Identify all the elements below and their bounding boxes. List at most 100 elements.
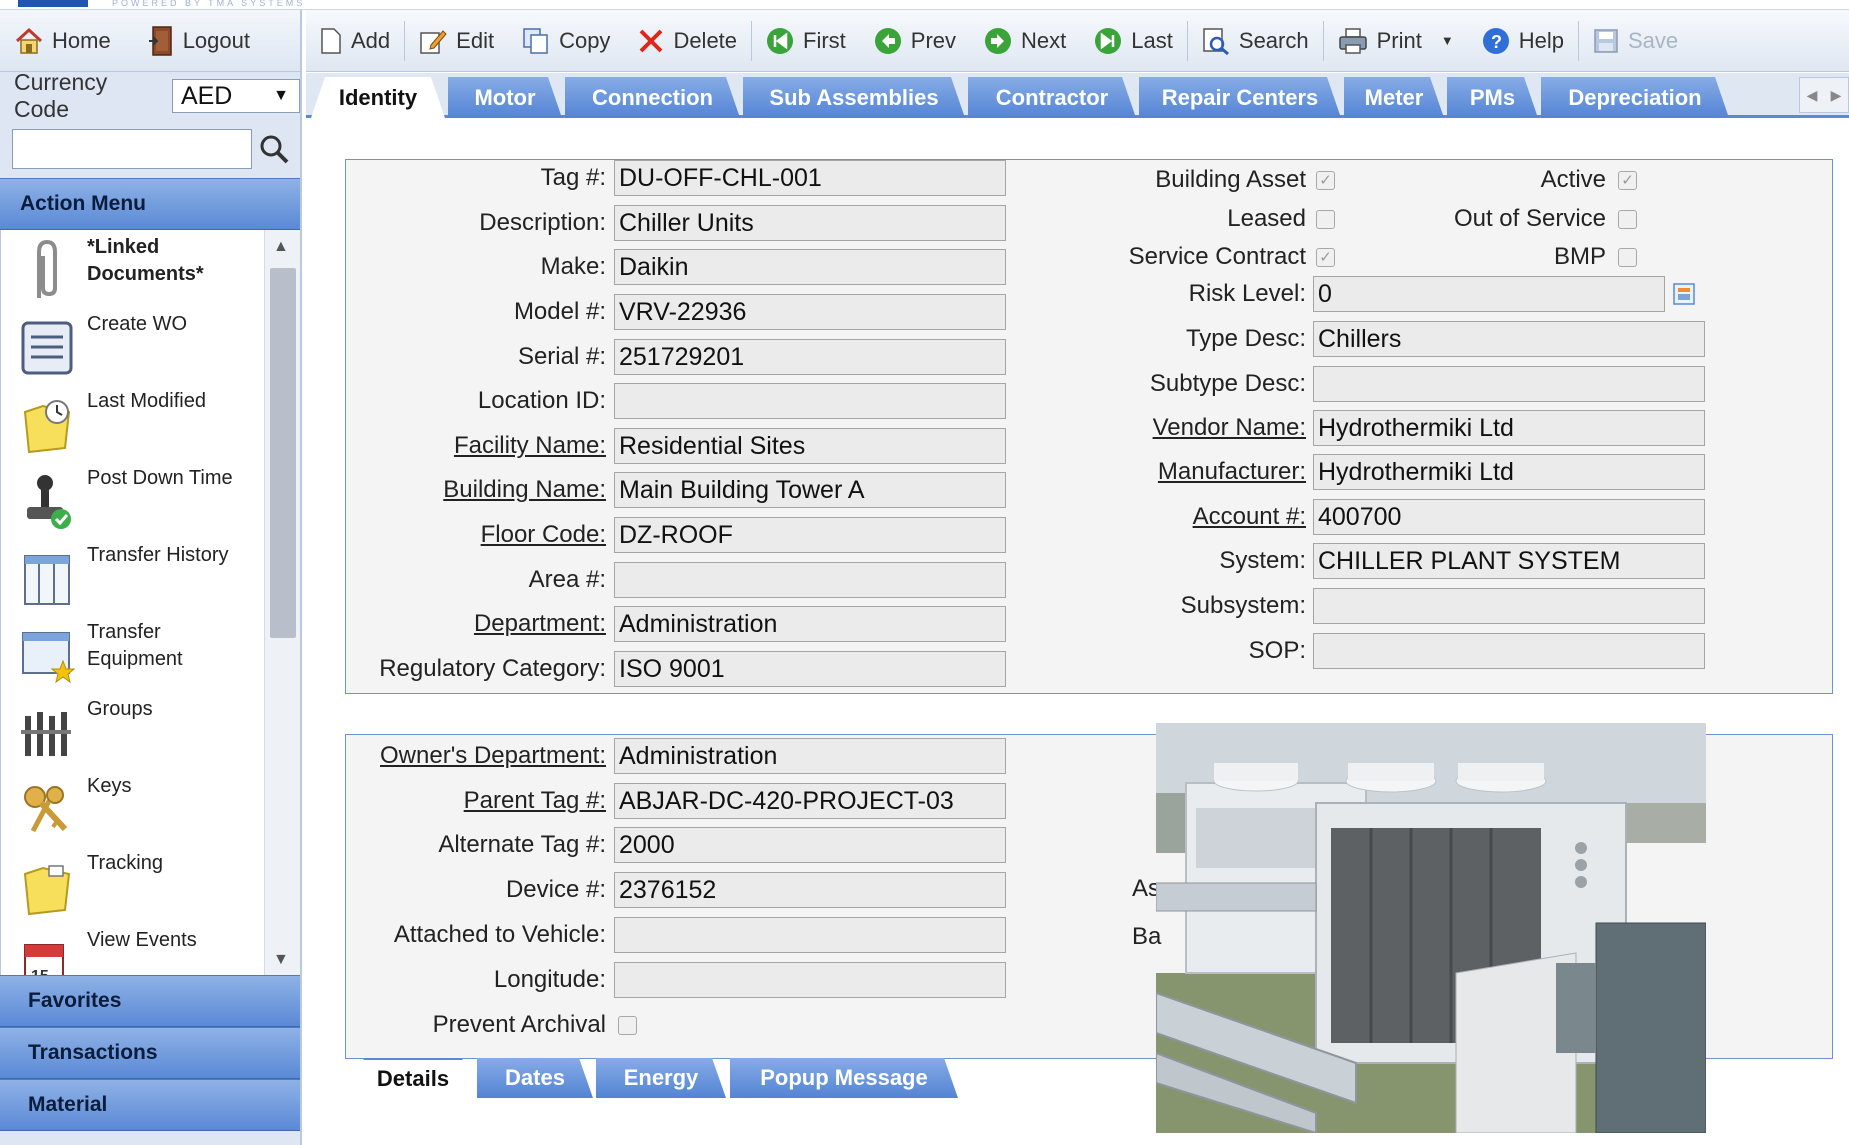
type-field[interactable]: Chillers	[1313, 321, 1705, 357]
menu-item-transfer-history[interactable]: Transfer History	[1, 538, 263, 615]
facility-label-link[interactable]: Facility Name:	[306, 432, 606, 460]
active-checkbox[interactable]: ✓	[1618, 170, 1637, 190]
owner-dept-field[interactable]: Administration	[614, 738, 1006, 774]
building-field[interactable]: Main Building Tower A	[614, 472, 1006, 508]
menu-item-last-modified[interactable]: Last Modified	[1, 384, 263, 461]
tab-scroll-arrows[interactable]: ◀ ▶	[1799, 77, 1849, 113]
building-label-link[interactable]: Building Name:	[306, 476, 606, 504]
out-of-service-checkbox[interactable]	[1618, 209, 1637, 229]
facility-field[interactable]: Residential Sites	[614, 428, 1006, 464]
scroll-thumb[interactable]	[270, 268, 296, 638]
vendor-label-link[interactable]: Vendor Name:	[1006, 414, 1306, 442]
tab-pms[interactable]: PMs	[1447, 77, 1538, 118]
menu-search-input[interactable]	[12, 129, 252, 169]
help-button[interactable]: ? Help	[1468, 16, 1578, 66]
vehicle-field[interactable]	[614, 917, 1006, 953]
subtab-popup-message[interactable]: Popup Message	[730, 1058, 958, 1098]
model-field[interactable]: VRV-22936	[614, 294, 1006, 330]
account-label-link[interactable]: Account #:	[1006, 503, 1306, 531]
service-contract-checkbox[interactable]: ✓	[1316, 247, 1335, 267]
subtype-field[interactable]	[1313, 366, 1705, 402]
tab-identity[interactable]: Identity	[311, 77, 445, 118]
tab-meter[interactable]: Meter	[1344, 77, 1444, 118]
subsystem-field[interactable]	[1313, 588, 1705, 624]
subtab-energy[interactable]: Energy	[596, 1058, 726, 1098]
search-icon[interactable]	[258, 133, 290, 165]
risk-lookup-icon[interactable]	[1673, 283, 1695, 305]
owner-dept-label-link[interactable]: Owner's Department:	[306, 742, 606, 770]
last-button[interactable]: Last	[1080, 16, 1187, 66]
action-menu-header[interactable]: Action Menu	[0, 178, 300, 230]
location-field[interactable]	[614, 383, 1006, 419]
tab-scroll-right-icon[interactable]: ▶	[1831, 87, 1842, 104]
risk-field[interactable]: 0	[1313, 276, 1665, 312]
parent-tag-label-link[interactable]: Parent Tag #:	[306, 787, 606, 815]
action-menu-list: *Linked Documents* Create WO Last Modifi…	[0, 230, 300, 975]
longitude-field[interactable]	[614, 962, 1006, 998]
vendor-field[interactable]: Hydrothermiki Ltd	[1313, 410, 1705, 446]
device-field[interactable]: 2376152	[614, 872, 1006, 908]
subtab-details[interactable]: Details	[350, 1058, 476, 1098]
menu-item-view-events[interactable]: 15 View Events	[1, 923, 263, 975]
leased-checkbox[interactable]	[1316, 209, 1335, 229]
description-field[interactable]: Chiller Units	[614, 205, 1006, 241]
subtab-dates[interactable]: Dates	[477, 1058, 593, 1098]
menu-item-transfer-equipment[interactable]: Transfer Equipment	[1, 615, 263, 692]
area-field[interactable]	[614, 562, 1006, 598]
scroll-up-icon[interactable]: ▲	[273, 238, 289, 256]
next-button[interactable]: Next	[970, 16, 1080, 66]
first-button[interactable]: First	[752, 16, 860, 66]
material-header[interactable]: Material	[0, 1079, 300, 1131]
system-field[interactable]: CHILLER PLANT SYSTEM	[1313, 543, 1705, 579]
bmp-checkbox[interactable]	[1618, 247, 1637, 267]
menu-item-post-down-time[interactable]: Post Down Time	[1, 461, 263, 538]
account-field[interactable]: 400700	[1313, 499, 1705, 535]
tab-scroll-left-icon[interactable]: ◀	[1807, 87, 1818, 104]
print-dropdown-icon[interactable]: ▼	[1441, 33, 1454, 48]
menu-scrollbar[interactable]: ▲ ▼	[264, 230, 300, 975]
print-button[interactable]: Print ▼	[1324, 16, 1468, 66]
manufacturer-label-link[interactable]: Manufacturer:	[1006, 458, 1306, 486]
prev-button[interactable]: Prev	[860, 16, 970, 66]
prev-label: Prev	[910, 27, 957, 53]
delete-button[interactable]: Delete	[624, 16, 751, 66]
device-row: Device #: 2376152	[306, 872, 1006, 908]
transactions-header[interactable]: Transactions	[0, 1027, 300, 1079]
alt-tag-field[interactable]: 2000	[614, 827, 1006, 863]
add-button[interactable]: Add	[306, 16, 404, 66]
logout-button[interactable]: Logout	[147, 25, 250, 57]
menu-item-groups[interactable]: Groups	[1, 692, 263, 769]
sop-field[interactable]	[1313, 633, 1705, 669]
regulatory-field[interactable]: ISO 9001	[614, 651, 1006, 687]
make-field[interactable]: Daikin	[614, 249, 1006, 285]
favorites-header[interactable]: Favorites	[0, 975, 300, 1027]
serial-field[interactable]: 251729201	[614, 339, 1006, 375]
tab-motor[interactable]: Motor	[448, 77, 562, 118]
building-asset-checkbox[interactable]: ✓	[1316, 170, 1335, 190]
tab-contractor[interactable]: Contractor	[968, 77, 1136, 118]
archival-checkbox[interactable]	[618, 1015, 637, 1035]
save-button[interactable]: Save	[1579, 16, 1692, 66]
tag-field[interactable]: DU-OFF-CHL-001	[614, 160, 1006, 196]
department-field[interactable]: Administration	[614, 606, 1006, 642]
scroll-down-icon[interactable]: ▼	[273, 951, 289, 969]
menu-item-create-wo[interactable]: Create WO	[1, 307, 263, 384]
floor-label-link[interactable]: Floor Code:	[306, 521, 606, 549]
bmp-label: BMP	[1553, 243, 1606, 270]
tab-depreciation[interactable]: Depreciation	[1541, 77, 1729, 118]
parent-tag-field[interactable]: ABJAR-DC-420-PROJECT-03	[614, 783, 1006, 819]
tab-sub-assemblies[interactable]: Sub Assemblies	[743, 77, 965, 118]
edit-button[interactable]: Edit	[405, 16, 508, 66]
tab-repair-centers[interactable]: Repair Centers	[1139, 77, 1341, 118]
manufacturer-field[interactable]: Hydrothermiki Ltd	[1313, 454, 1705, 490]
floor-field[interactable]: DZ-ROOF	[614, 517, 1006, 553]
menu-item-linked-documents[interactable]: *Linked Documents*	[1, 230, 263, 307]
menu-item-keys[interactable]: Keys	[1, 769, 263, 846]
copy-button[interactable]: Copy	[508, 16, 624, 66]
menu-item-tracking[interactable]: Tracking	[1, 846, 263, 923]
currency-select[interactable]: AED ▼	[171, 79, 300, 113]
tab-connection[interactable]: Connection	[565, 77, 740, 118]
home-button[interactable]: Home	[14, 26, 111, 56]
department-label-link[interactable]: Department:	[306, 610, 606, 638]
search-button[interactable]: Search	[1188, 16, 1323, 66]
